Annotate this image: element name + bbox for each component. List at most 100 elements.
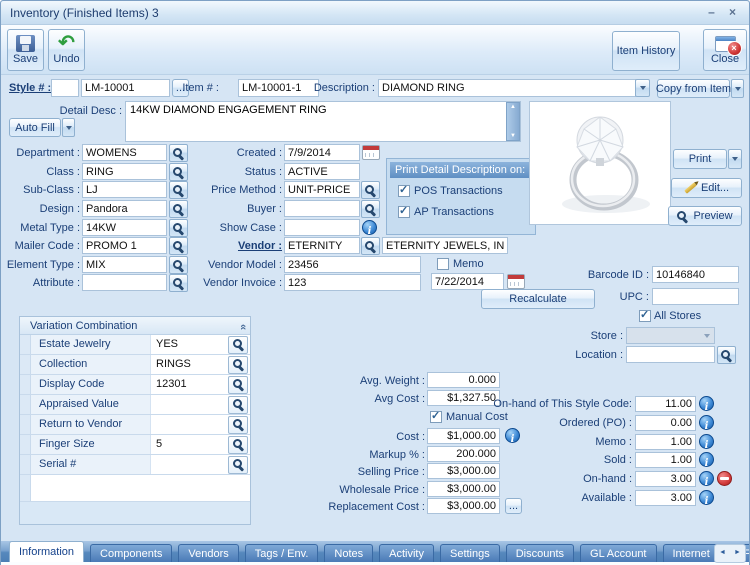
- magnifier-icon: [232, 419, 244, 430]
- style-number-link[interactable]: Style # :: [9, 82, 51, 95]
- tab-tags-env[interactable]: Tags / Env.: [244, 544, 319, 562]
- tab-settings[interactable]: Settings: [439, 544, 500, 562]
- variation-lookup-button[interactable]: [228, 395, 248, 414]
- status-field[interactable]: [284, 163, 360, 180]
- sold-field[interactable]: [635, 452, 696, 468]
- ap-transactions-checkbox[interactable]: [398, 204, 410, 218]
- available-info-icon[interactable]: [699, 490, 714, 505]
- auto-fill-button[interactable]: Auto Fill: [9, 118, 61, 137]
- tab-scroll-right-icon[interactable]: ►: [730, 545, 745, 562]
- save-button[interactable]: Save: [7, 29, 44, 71]
- price-method-field[interactable]: [284, 181, 360, 198]
- detail-desc-textarea[interactable]: [125, 101, 521, 142]
- save-icon: [16, 35, 35, 52]
- location-lookup-button[interactable]: [717, 346, 736, 364]
- preview-button[interactable]: Preview: [668, 206, 742, 226]
- style-prefix-field[interactable]: [51, 79, 79, 97]
- variation-lookup-button[interactable]: [228, 435, 248, 454]
- buyer-field[interactable]: [284, 200, 360, 217]
- close-x-icon: ×: [726, 40, 742, 56]
- all-stores-checkbox[interactable]: [639, 308, 651, 322]
- vendor-field[interactable]: [284, 237, 360, 254]
- onhand-style-field[interactable]: [635, 396, 696, 412]
- upc-field[interactable]: [652, 288, 739, 305]
- minimize-button[interactable]: –: [704, 5, 719, 20]
- vendor-lookup-button[interactable]: [361, 237, 380, 255]
- description-field[interactable]: [378, 79, 636, 97]
- barcode-id-field[interactable]: [652, 266, 739, 283]
- vendor-invoice-field[interactable]: [284, 274, 421, 291]
- variation-lookup-button[interactable]: [228, 355, 248, 374]
- close-button[interactable]: × Close: [703, 29, 747, 71]
- tab-activity[interactable]: Activity: [379, 544, 434, 562]
- window-close-button[interactable]: ×: [725, 5, 740, 20]
- edit-button[interactable]: Edit...: [671, 178, 742, 198]
- created-field[interactable]: [284, 144, 360, 161]
- variation-row-value[interactable]: [151, 415, 226, 434]
- variation-row-value[interactable]: [151, 395, 226, 414]
- variation-row-value[interactable]: YES: [151, 335, 226, 354]
- variation-row-value[interactable]: 12301: [151, 375, 226, 394]
- variation-lookup-button[interactable]: [228, 455, 248, 474]
- title-bar: Inventory (Finished Items) 3 – ×: [1, 1, 749, 25]
- collapse-chevron-icon[interactable]: «: [234, 324, 249, 330]
- detail-desc-scrollbar[interactable]: ▲ ▼: [506, 102, 520, 141]
- calendar-icon[interactable]: [507, 274, 525, 289]
- pos-transactions-checkbox[interactable]: [398, 183, 410, 197]
- item-history-button[interactable]: Item History: [612, 31, 680, 71]
- vendor-model-field[interactable]: [284, 256, 421, 273]
- undo-button[interactable]: ↶ Undo: [48, 29, 85, 71]
- tab-discounts[interactable]: Discounts: [505, 544, 575, 562]
- buyer-lookup-button[interactable]: [361, 200, 380, 218]
- print-dropdown[interactable]: [728, 149, 742, 169]
- variation-lookup-button[interactable]: [228, 415, 248, 434]
- avg-cost-label: Avg Cost :: [374, 393, 425, 405]
- variation-row-value[interactable]: [151, 455, 226, 474]
- sold-info-icon[interactable]: [699, 452, 714, 467]
- calendar-icon[interactable]: [362, 145, 380, 160]
- onhand-style-info-icon[interactable]: [699, 396, 714, 411]
- print-button[interactable]: Print: [673, 149, 727, 169]
- copy-from-item-dropdown[interactable]: [731, 79, 744, 98]
- price-method-lookup-button[interactable]: [361, 181, 380, 199]
- onhand-info-icon[interactable]: [699, 471, 714, 486]
- copy-from-item-button[interactable]: Copy from Item: [656, 79, 731, 98]
- vendor-link[interactable]: Vendor :: [151, 240, 282, 253]
- ordered-po-info-icon[interactable]: [699, 415, 714, 430]
- avg-weight-field[interactable]: [427, 372, 500, 388]
- recalculate-button[interactable]: Recalculate: [481, 289, 595, 309]
- tab-internet[interactable]: Internet: [662, 544, 720, 562]
- cost-label: Cost :: [396, 431, 425, 443]
- item-history-label: Item History: [616, 45, 676, 57]
- onhand-field[interactable]: [635, 471, 696, 487]
- style-number-field[interactable]: [81, 79, 170, 97]
- tab-notes[interactable]: Notes: [324, 544, 374, 562]
- location-field[interactable]: [626, 346, 715, 363]
- description-dropdown-button[interactable]: [635, 79, 650, 97]
- bottom-tab-bar: Information Components Vendors Tags / En…: [1, 541, 749, 562]
- tab-information[interactable]: Information: [9, 541, 85, 562]
- tab-gl-account[interactable]: GL Account: [580, 544, 657, 562]
- no-entry-icon[interactable]: [717, 471, 732, 486]
- preview-icon: [677, 210, 688, 222]
- show-case-field[interactable]: [284, 219, 360, 236]
- scroll-down-icon[interactable]: ▼: [507, 133, 519, 139]
- ordered-po-field[interactable]: [635, 415, 696, 431]
- vendor-name-field[interactable]: [382, 237, 508, 254]
- scroll-up-icon[interactable]: ▲: [507, 104, 519, 110]
- show-case-info-icon[interactable]: [362, 220, 377, 235]
- auto-fill-dropdown[interactable]: [62, 118, 75, 137]
- variation-row-value[interactable]: RINGS: [151, 355, 226, 374]
- tab-components[interactable]: Components: [90, 544, 173, 562]
- tab-vendors[interactable]: Vendors: [178, 544, 239, 562]
- memo-checkbox[interactable]: [437, 258, 449, 270]
- memo-qty-field[interactable]: [635, 434, 696, 450]
- variation-lookup-button[interactable]: [228, 335, 248, 354]
- invoice-date-field[interactable]: [431, 273, 504, 290]
- variation-row-value[interactable]: 5: [151, 435, 226, 454]
- memo-qty-info-icon[interactable]: [699, 434, 714, 449]
- tab-scroll-left-icon[interactable]: ◄: [715, 545, 730, 562]
- available-field[interactable]: [635, 490, 696, 506]
- variation-lookup-button[interactable]: [228, 375, 248, 394]
